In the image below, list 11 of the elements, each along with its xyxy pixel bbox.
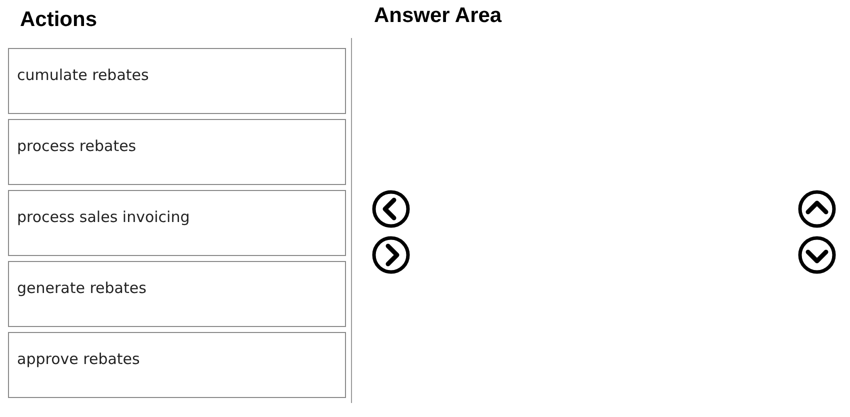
up-arrow-button[interactable] [797, 188, 837, 228]
answer-area-heading: Answer Area [373, 3, 503, 29]
action-item[interactable]: process sales invoicing [8, 190, 346, 256]
actions-heading: Actions [19, 7, 98, 33]
action-item[interactable]: cumulate rebates [8, 48, 346, 114]
right-arrow-button[interactable] [371, 234, 411, 274]
action-item[interactable]: process rebates [8, 119, 346, 185]
action-item[interactable]: approve rebates [8, 332, 346, 398]
action-item[interactable]: generate rebates [8, 261, 346, 327]
left-arrow-button[interactable] [371, 188, 411, 228]
down-arrow-button[interactable] [797, 234, 837, 274]
